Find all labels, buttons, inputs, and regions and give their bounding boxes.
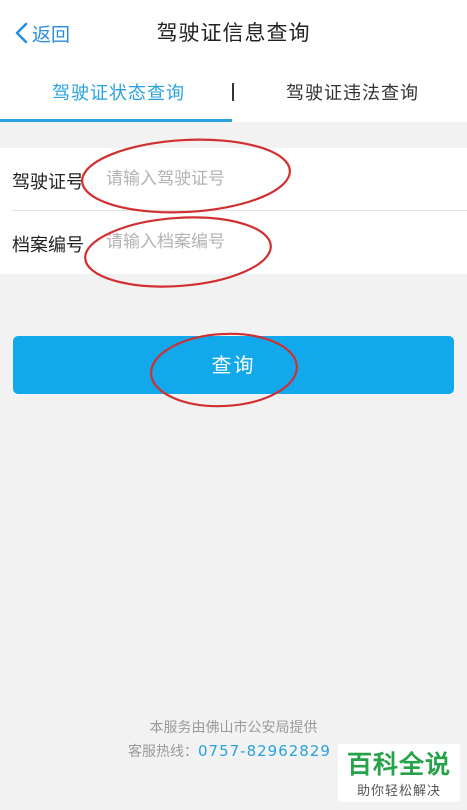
footer-provider-text: 本服务由佛山市公安局提供	[149, 720, 318, 736]
active-tab-indicator	[0, 119, 232, 122]
tab-license-violation[interactable]: 驾驶证违法查询	[286, 79, 419, 105]
archive-number-row: 档案编号	[0, 211, 467, 274]
tab-license-status[interactable]: 驾驶证状态查询	[52, 79, 185, 105]
tab-separator	[232, 83, 234, 101]
license-number-row: 驾驶证号	[0, 148, 467, 211]
hotline-label: 客服热线：	[128, 744, 198, 760]
watermark-logo: 百科全说 助你轻松解决	[338, 744, 460, 802]
tab-bar: 驾驶证状态查询 驾驶证违法查询	[0, 66, 467, 122]
query-button[interactable]: 查询	[13, 336, 454, 394]
query-form: 驾驶证号 档案编号	[0, 148, 467, 274]
header-bar: 返回 驾驶证信息查询	[0, 0, 467, 66]
archive-number-label: 档案编号	[12, 235, 84, 256]
archive-number-input[interactable]	[106, 227, 436, 257]
watermark-subtitle: 助你轻松解决	[356, 784, 441, 799]
page-title: 驾驶证信息查询	[156, 21, 311, 45]
license-number-input[interactable]	[106, 164, 436, 194]
footer-hotline: 客服热线：0757-82962829	[128, 741, 331, 761]
license-number-label: 驾驶证号	[12, 172, 84, 193]
watermark-title: 百科全说	[346, 750, 451, 779]
hotline-number-link[interactable]: 0757-82962829	[198, 742, 331, 760]
